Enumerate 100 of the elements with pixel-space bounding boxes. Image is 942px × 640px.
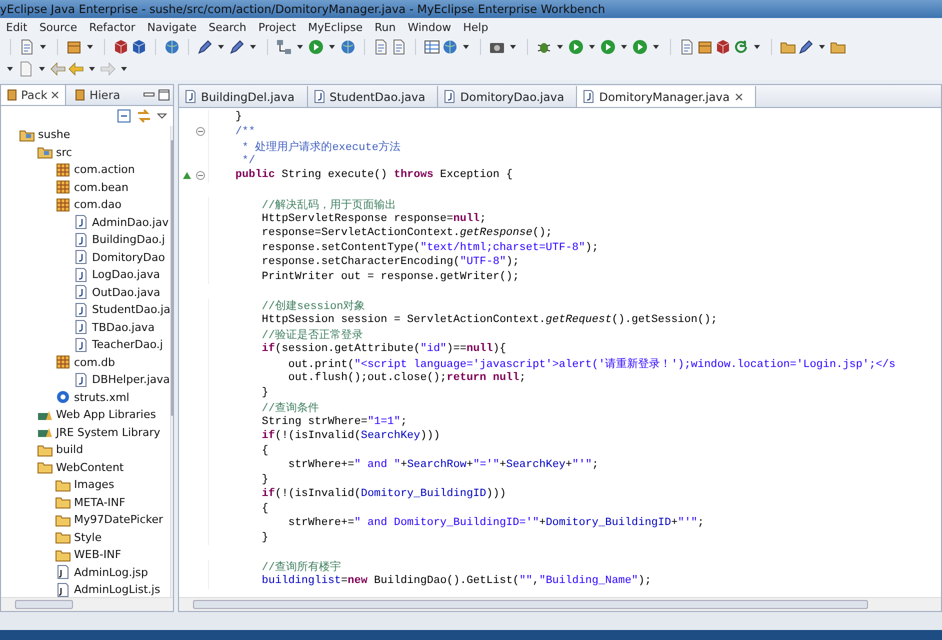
globe-icon[interactable] — [164, 39, 180, 55]
dropdown-caret-icon[interactable] — [89, 67, 95, 71]
dropdown-caret-icon[interactable] — [463, 45, 469, 49]
tree-item[interactable]: OutDao.java — [1, 284, 170, 301]
tree-item[interactable]: com.bean — [1, 178, 170, 196]
code-line: response.setCharacterEncoding("UTF-8"); — [260, 256, 520, 268]
tree-item[interactable]: struts.xml — [1, 388, 170, 406]
globe-icon[interactable] — [340, 39, 356, 55]
horizontal-scrollbar[interactable] — [179, 597, 941, 611]
dropdown-caret-icon[interactable] — [40, 45, 46, 49]
menu-item[interactable]: Refactor — [83, 20, 142, 34]
dropdown-caret-icon[interactable] — [218, 45, 224, 49]
view-menu-icon[interactable] — [157, 113, 167, 119]
vertical-scrollbar[interactable] — [170, 126, 173, 597]
tree-item[interactable]: com.db — [1, 354, 170, 371]
dropdown-caret-icon[interactable] — [7, 67, 13, 71]
grid-icon[interactable] — [424, 39, 440, 55]
server-icon[interactable] — [276, 39, 292, 55]
globe-icon[interactable] — [442, 39, 458, 55]
close-icon[interactable] — [51, 91, 60, 99]
maximize-icon[interactable] — [158, 89, 170, 101]
dropdown-caret-icon[interactable] — [621, 45, 627, 49]
tree-item[interactable]: Web App Libraries — [1, 406, 170, 424]
horizontal-scrollbar[interactable] — [1, 597, 173, 611]
editor-tab[interactable]: StudentDao.java — [308, 86, 438, 107]
tree-item[interactable]: Style — [1, 528, 170, 546]
tree-item[interactable]: src — [1, 144, 170, 161]
dropdown-caret-icon[interactable] — [250, 45, 256, 49]
tree-item[interactable]: StudentDao.ja — [1, 301, 170, 318]
tree-item[interactable]: com.dao — [1, 196, 170, 214]
tree-item[interactable]: DomitoryDao — [1, 248, 170, 266]
menu-item[interactable]: Window — [402, 20, 458, 34]
pencil-icon[interactable] — [798, 39, 814, 55]
play-icon[interactable] — [600, 39, 616, 55]
tree-item[interactable]: My97DatePicker — [1, 511, 170, 528]
code-line: public String execute() throws Exception { — [234, 169, 513, 182]
dropdown-caret-icon[interactable] — [557, 45, 563, 49]
tree-item[interactable]: DBHelper.java — [1, 371, 170, 388]
dropdown-caret-icon[interactable] — [819, 45, 825, 49]
dropdown-caret-icon[interactable] — [121, 67, 127, 71]
view-tab[interactable]: Hiera — [69, 85, 126, 105]
dropdown-caret-icon[interactable] — [39, 67, 45, 71]
tree-item[interactable]: LogDao.java — [1, 266, 170, 284]
package-icon — [55, 198, 71, 212]
tree-item[interactable]: BuildingDao.j — [1, 231, 170, 248]
view-tab[interactable]: Pack — [1, 85, 66, 105]
dropdown-caret-icon[interactable] — [329, 45, 335, 49]
tree-item[interactable]: AdminLog.jsp — [1, 564, 170, 581]
tree-item[interactable]: TeacherDao.j — [1, 336, 170, 354]
tree-item[interactable]: AdminLogList.js — [1, 581, 170, 597]
tree-item[interactable]: JRE System Library — [1, 424, 170, 441]
dropdown-caret-icon[interactable] — [589, 45, 595, 49]
cube-icon[interactable] — [113, 39, 129, 55]
dropdown-caret-icon[interactable] — [754, 45, 760, 49]
dropdown-caret-icon[interactable] — [653, 45, 659, 49]
collapse-all-icon[interactable] — [117, 109, 131, 123]
menu-item[interactable]: Search — [202, 20, 252, 34]
fold-collapse-icon[interactable] — [196, 170, 205, 180]
tree-item[interactable]: TBDao.java — [1, 318, 170, 336]
tree-item[interactable]: WebContent — [1, 458, 170, 476]
tree-item[interactable]: AdminDao.jav — [1, 214, 170, 231]
menu-item[interactable]: Project — [252, 20, 302, 34]
java-file-icon — [73, 302, 89, 317]
tree-item[interactable]: com.action — [1, 161, 170, 178]
tree-item[interactable]: sushe — [1, 126, 170, 144]
pencil-icon[interactable] — [229, 39, 245, 55]
cube-icon[interactable] — [131, 39, 147, 55]
tree-item[interactable]: Images — [1, 476, 170, 494]
play-icon[interactable] — [568, 39, 584, 55]
arrow-left-icon[interactable] — [68, 61, 84, 77]
refresh-icon[interactable] — [733, 39, 749, 55]
dropdown-caret-icon[interactable] — [87, 45, 93, 49]
project-folder-icon — [19, 128, 35, 142]
pencil-icon[interactable] — [197, 39, 213, 55]
play-icon[interactable] — [308, 39, 324, 55]
dropdown-caret-icon[interactable] — [297, 45, 303, 49]
code-line: //验证是否正常登录 — [260, 328, 364, 342]
menu-item[interactable]: Source — [33, 20, 84, 34]
tree-item[interactable]: build — [1, 441, 170, 458]
tree-item[interactable]: META-INF — [1, 494, 170, 511]
menu-item[interactable]: Run — [368, 20, 402, 34]
play-icon[interactable] — [632, 39, 648, 55]
java-file-icon — [73, 268, 89, 282]
code-line: } — [260, 386, 268, 399]
editor-tab[interactable]: BuildingDel.java — [179, 86, 308, 107]
package-icon — [55, 180, 71, 194]
menu-item[interactable]: Help — [457, 20, 494, 34]
menu-item[interactable]: Edit — [0, 20, 34, 34]
editor-tab[interactable]: DomitoryManager.java — [577, 86, 756, 107]
arrow-left-icon[interactable] — [50, 61, 66, 77]
cube-icon[interactable] — [715, 39, 731, 55]
menu-item[interactable]: MyEclipse — [302, 20, 369, 34]
link-arrows-icon[interactable] — [137, 109, 151, 123]
close-icon[interactable] — [734, 92, 743, 100]
dropdown-caret-icon[interactable] — [510, 45, 516, 49]
code-line: } — [234, 111, 242, 124]
tree-item[interactable]: WEB-INF — [1, 546, 170, 564]
menu-item[interactable]: Navigate — [141, 20, 203, 34]
fold-collapse-icon[interactable] — [196, 127, 205, 136]
package-folder-icon — [37, 145, 53, 160]
